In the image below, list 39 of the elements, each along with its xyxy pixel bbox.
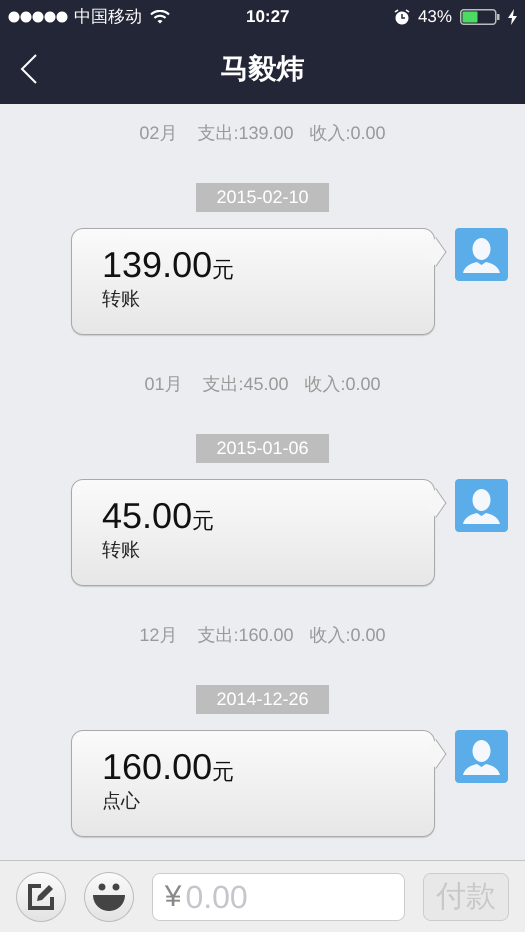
avatar-icon bbox=[455, 479, 508, 532]
currency-unit: 元 bbox=[212, 759, 234, 784]
smiley-icon bbox=[92, 882, 126, 912]
expense-total: 支出:45.00 bbox=[202, 373, 289, 396]
currency-unit: 元 bbox=[212, 257, 234, 282]
avatar-icon bbox=[455, 730, 508, 783]
month-label: 02月 bbox=[139, 122, 178, 145]
avatar-icon bbox=[455, 228, 508, 281]
carrier-name: 中国移动 bbox=[74, 6, 142, 28]
clock-time: 10:27 bbox=[246, 6, 290, 28]
amount-text: 139.00 bbox=[102, 244, 212, 285]
memo-text: 转账 bbox=[102, 288, 141, 312]
date-label: 2015-02-10 bbox=[196, 183, 329, 212]
signal-icon bbox=[8, 11, 70, 23]
memo-text: 转账 bbox=[102, 539, 141, 564]
wifi-icon bbox=[150, 10, 170, 24]
currency-unit: 元 bbox=[192, 508, 214, 533]
month-label: 01月 bbox=[144, 373, 182, 396]
amount-text: 45.00 bbox=[102, 495, 192, 536]
back-button[interactable] bbox=[20, 54, 38, 84]
income-total: 收入:0.00 bbox=[310, 122, 386, 145]
contact-name: 马毅炜 bbox=[220, 52, 304, 86]
month-label: 12月 bbox=[139, 624, 178, 647]
battery-icon bbox=[460, 9, 500, 25]
income-total: 收入:0.00 bbox=[304, 373, 381, 396]
currency-symbol: ¥ bbox=[164, 879, 182, 915]
amount-field[interactable]: 0.00 bbox=[181, 872, 372, 920]
expense-total: 支出:160.00 bbox=[197, 624, 294, 647]
edit-icon bbox=[26, 882, 55, 910]
income-total: 收入:0.00 bbox=[310, 624, 386, 647]
expense-total: 支出:139.00 bbox=[197, 122, 294, 145]
date-label: 2015-01-06 bbox=[196, 434, 329, 463]
battery-percent: 43% bbox=[418, 6, 452, 28]
alarm-icon bbox=[394, 9, 410, 25]
date-label: 2014-12-26 bbox=[196, 685, 329, 714]
amount-input-box[interactable]: ¥0.00 bbox=[152, 872, 406, 920]
note-button[interactable] bbox=[16, 872, 66, 922]
amount-text: 160.00 bbox=[102, 746, 212, 787]
memo-text: 点心 bbox=[102, 790, 141, 814]
